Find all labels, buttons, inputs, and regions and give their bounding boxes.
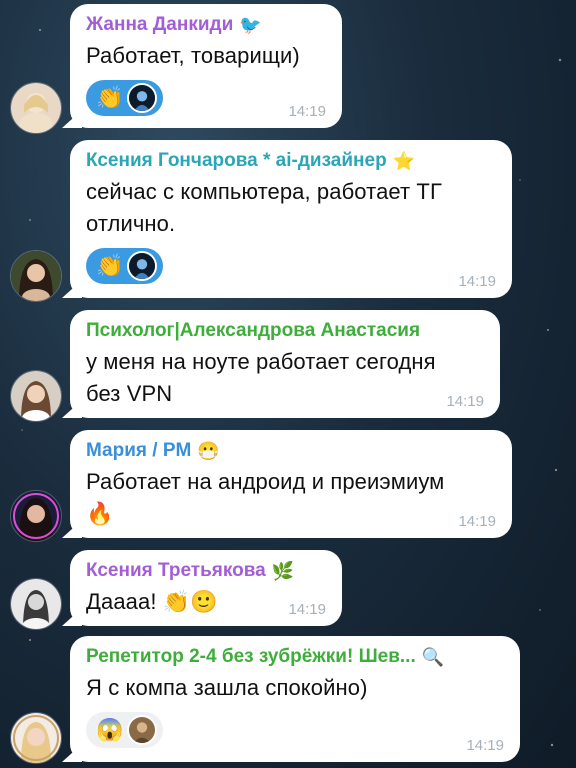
clap-emoji-icon: 👏 — [96, 253, 124, 278]
reaction-chip[interactable]: 👏 — [86, 248, 164, 284]
timestamp: 14:19 — [458, 513, 496, 530]
avatar[interactable] — [10, 490, 62, 542]
message-text-line: отлично. — [86, 211, 176, 236]
message-text-line: сейчас с компьютера, работает ТГ — [86, 179, 442, 204]
avatar[interactable] — [10, 578, 62, 630]
timestamp: 14:19 — [446, 393, 484, 410]
clap-emoji-icon: 👏 — [96, 85, 124, 110]
star-emoji-icon: ⭐ — [392, 151, 416, 171]
message-bubble[interactable]: Психолог|Александрова Анастасия у меня н… — [62, 310, 500, 418]
message-text: Я с компа зашла спокойно) — [86, 675, 368, 700]
message-text: Работает на андроид и преиэмиум 🔥 — [86, 466, 496, 530]
message-bubble[interactable]: Репетитор 2-4 без зубрёжки! Шев... 🔍 Я с… — [62, 636, 520, 762]
bubble-tail — [62, 280, 82, 298]
message-text: Работает, товарищи) — [86, 43, 300, 68]
fire-emoji-icon: 🔥 — [86, 501, 114, 526]
sender-name[interactable]: Ксения Гончарова * ai-дизайнер ⭐ — [86, 148, 496, 174]
avatar[interactable] — [10, 370, 62, 422]
reaction-chip[interactable]: 😱 — [86, 712, 164, 748]
mask-emoji-icon: 😷 — [197, 441, 220, 461]
avatar[interactable] — [10, 712, 62, 764]
reaction-chip[interactable]: 👏 — [86, 80, 164, 116]
magnifier-emoji-icon: 🔍 — [421, 647, 445, 667]
bubble-tail — [62, 400, 82, 418]
scream-emoji-icon: 😱 — [96, 717, 124, 742]
message-text-line: у меня на ноуте работает сегодня — [86, 349, 436, 374]
timestamp: 14:19 — [288, 103, 326, 120]
sender-name[interactable]: Ксения Третьякова 🌿 — [86, 558, 326, 584]
sender-name[interactable]: Жанна Данкиди 🐦 — [86, 12, 326, 38]
sender-name[interactable]: Психолог|Александрова Анастасия — [86, 318, 484, 344]
timestamp: 14:19 — [458, 273, 496, 290]
bubble-tail — [62, 110, 82, 128]
bird-emoji-icon: 🐦 — [239, 15, 262, 35]
timestamp: 14:19 — [466, 737, 504, 754]
message-text-line: Работает на андроид и преиэмиум — [86, 469, 445, 494]
bubble-tail — [62, 520, 82, 538]
reactor-avatar — [127, 715, 158, 745]
clap-smile-emoji-icon: 👏🙂 — [162, 589, 218, 614]
message-bubble[interactable]: Жанна Данкиди 🐦 Работает, товарищи) 👏 14… — [62, 4, 342, 128]
avatar[interactable] — [10, 250, 62, 302]
reactor-avatar — [127, 83, 158, 113]
bubble-tail — [62, 608, 82, 626]
bubble-tail — [62, 744, 82, 762]
avatar[interactable] — [10, 82, 62, 134]
message-bubble[interactable]: Ксения Гончарова * ai-дизайнер ⭐ сейчас … — [62, 140, 512, 298]
message-bubble[interactable]: Мария / PM 😷 Работает на андроид и преиэ… — [62, 430, 512, 538]
message-text: у меня на ноуте работает сегодня без VPN — [86, 346, 484, 410]
message-bubble[interactable]: Ксения Третьякова 🌿 Даааа! 👏🙂 14:19 — [62, 550, 342, 626]
reactor-avatar — [127, 251, 158, 281]
message-text-line: без VPN — [86, 381, 173, 406]
sender-name[interactable]: Репетитор 2-4 без зубрёжки! Шев... 🔍 — [86, 644, 504, 670]
leaf-emoji-icon: 🌿 — [271, 561, 295, 581]
message-text: сейчас с компьютера, работает ТГ отлично… — [86, 176, 496, 240]
sender-name[interactable]: Мария / PM 😷 — [86, 438, 496, 464]
timestamp: 14:19 — [288, 601, 326, 618]
